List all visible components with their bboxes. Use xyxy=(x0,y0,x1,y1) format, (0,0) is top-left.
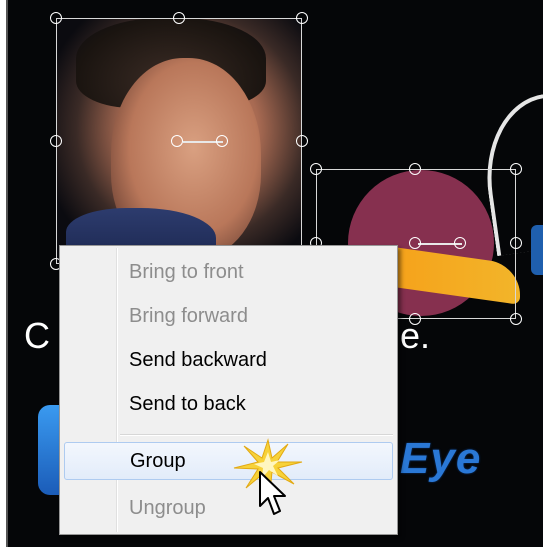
logo-rotation-handle-right[interactable] xyxy=(454,237,466,249)
logo-resize-handle-e[interactable] xyxy=(510,237,522,249)
menu-item-bring-forward[interactable]: Bring forward xyxy=(64,297,393,335)
background-text-left: C xyxy=(24,315,50,356)
menu-item-bring-to-front[interactable]: Bring to front xyxy=(64,253,393,291)
menu-separator xyxy=(120,434,393,436)
logo-resize-handle-s[interactable] xyxy=(409,313,421,325)
logo-resize-handle-ne[interactable] xyxy=(510,163,522,175)
resize-handle-nw[interactable] xyxy=(50,12,62,24)
logo-text: Eye xyxy=(400,434,482,483)
menu-item-ungroup[interactable]: Ungroup xyxy=(64,489,393,527)
resize-handle-w[interactable] xyxy=(50,135,62,147)
logo-resize-handle-nw[interactable] xyxy=(310,163,322,175)
resize-handle-e[interactable] xyxy=(296,135,308,147)
logo-rotation-handle-left[interactable] xyxy=(409,237,421,249)
window-left-border xyxy=(0,0,8,547)
logo-resize-handle-n[interactable] xyxy=(409,163,421,175)
menu-item-send-backward[interactable]: Send backward xyxy=(64,341,393,379)
resize-handle-n[interactable] xyxy=(173,12,185,24)
rotation-handle-right[interactable] xyxy=(216,135,228,147)
context-menu: Bring to front Bring forward Send backwa… xyxy=(59,245,398,535)
menu-item-group[interactable]: Group xyxy=(64,442,393,480)
resize-handle-ne[interactable] xyxy=(296,12,308,24)
logo-blue-fragment xyxy=(531,225,543,275)
menu-item-send-to-back[interactable]: Send to back xyxy=(64,385,393,423)
rotation-handle-left[interactable] xyxy=(171,135,183,147)
logo-resize-handle-se[interactable] xyxy=(510,313,522,325)
mouse-cursor-icon xyxy=(259,471,286,515)
